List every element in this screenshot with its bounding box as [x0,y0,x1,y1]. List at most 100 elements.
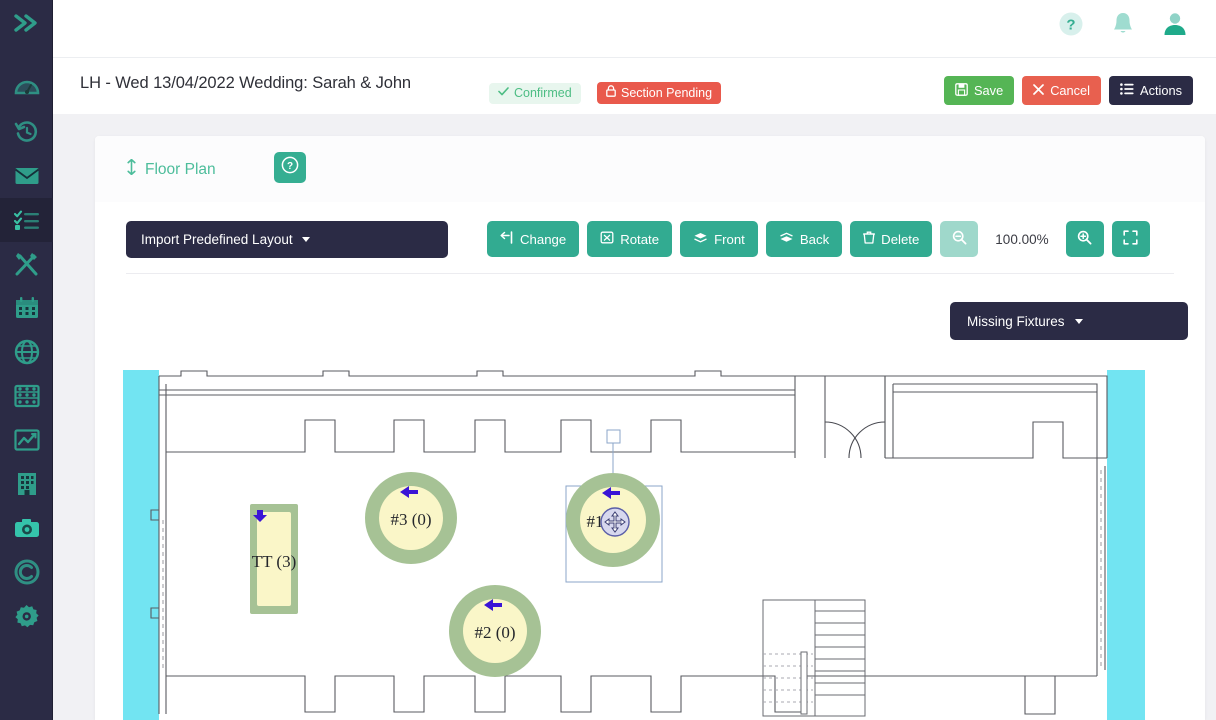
section-title: Floor Plan [126,158,216,180]
sidebar-item-dashboard[interactable] [0,66,53,110]
page-header: LH - Wed 13/04/2022 Wedding: Sarah & Joh… [53,58,1216,114]
svg-text:#2 (0): #2 (0) [474,623,515,642]
back-button-label: Back [799,231,830,247]
copyright-c-icon [14,559,40,585]
move-cursor-icon [600,507,630,537]
list-menu-icon [1120,83,1134,98]
cancel-button[interactable]: Cancel [1022,76,1102,105]
delete-button[interactable]: Delete [850,221,933,257]
section-title-label: Floor Plan [145,160,216,178]
sidebar-item-web[interactable] [0,330,53,374]
toolbar-divider [126,273,1174,274]
section-help-button[interactable]: ? [274,152,306,183]
import-predefined-layout-dropdown[interactable]: Import Predefined Layout [126,221,448,258]
status-badge-section-pending: Section Pending [597,82,722,104]
actions-button[interactable]: Actions [1109,76,1193,105]
fullscreen-icon [1123,230,1138,248]
zoom-in-button[interactable] [1065,221,1104,257]
top-navigation-bar: ? [53,0,1216,58]
sidebar-item-expand-sidebar[interactable] [0,0,53,46]
missing-fixtures-dropdown[interactable]: Missing Fixtures [950,302,1188,340]
sidebar-item-contacts[interactable] [0,550,53,594]
cancel-button-label: Cancel [1050,83,1091,98]
front-button[interactable]: Front [680,221,758,257]
floor-plan-card: Floor Plan ? Import Predefined Layout Ch… [95,136,1205,720]
sidebar-item-venues[interactable] [0,462,53,506]
svg-text:TT (3): TT (3) [252,552,297,571]
glass-wall-right [1107,370,1145,720]
section-header: Floor Plan ? [95,136,1205,202]
sidebar-item-history[interactable] [0,110,53,154]
tools-crossed-icon [14,251,40,277]
history-clock-icon [14,119,40,145]
zoom-out-icon [952,230,967,248]
zoom-in-icon [1077,230,1092,248]
staircase [762,599,866,717]
back-button[interactable]: Back [765,221,843,257]
fullscreen-button[interactable] [1111,221,1150,257]
camera-icon [14,518,40,539]
double-chevron-right-icon [13,13,41,33]
updown-arrows-icon[interactable] [126,158,137,180]
change-button[interactable]: Change [487,221,580,257]
sidebar-item-settings[interactable] [0,594,53,638]
rotate-button[interactable]: Rotate [587,221,673,257]
page-body: Floor Plan ? Import Predefined Layout Ch… [53,114,1216,720]
svg-text:?: ? [287,161,293,172]
send-back-icon [779,231,794,247]
import-dropdown-label: Import Predefined Layout [141,232,293,247]
zoom-out-button[interactable] [940,221,979,257]
tool-button-group: Change Rotate Front Back Delete 100.00% [487,221,1150,257]
sidebar-item-finance[interactable] [0,374,53,418]
sidebar [0,0,53,720]
sidebar-item-catering[interactable] [0,242,53,286]
check-icon [498,83,509,104]
change-button-label: Change [520,231,567,247]
save-button-label: Save [974,83,1004,98]
page-title: LH - Wed 13/04/2022 Wedding: Sarah & Joh… [80,74,412,92]
table-2: #2 (0) [449,585,541,677]
glass-wall-left [123,370,159,720]
sidebar-item-messages[interactable] [0,154,53,198]
notifications-bell-icon[interactable] [1108,9,1138,39]
bring-front-icon [693,231,708,247]
rotate-button-label: Rotate [620,231,660,247]
gear-icon [14,604,39,629]
actions-button-label: Actions [1140,83,1182,98]
header-action-buttons: Save Cancel Actions [944,76,1193,105]
help-icon[interactable]: ? [1056,9,1086,39]
abacus-icon [13,384,40,408]
status-badge-confirmed: Confirmed [489,83,581,104]
swap-icon [500,231,514,247]
status-badge-section-pending-label: Section Pending [621,85,713,100]
table-3: #3 (0) [365,472,457,564]
sidebar-item-gallery[interactable] [0,506,53,550]
svg-text:#3 (0): #3 (0) [390,510,431,529]
globe-icon [14,339,40,365]
close-x-icon [1033,83,1045,98]
calendar-icon [14,296,40,320]
chevron-down-icon [1074,318,1083,324]
floor-plan-toolbar: Import Predefined Layout Change Rotate F… [95,208,1205,272]
floor-plan-canvas[interactable]: TT (3) #3 (0) #2 (0) #1 [95,370,1205,720]
save-button[interactable]: Save [944,76,1015,105]
sidebar-item-reports[interactable] [0,418,53,462]
svg-text:?: ? [1066,17,1075,34]
checklist-icon [13,209,40,231]
table-1: #1 (2) [565,429,663,583]
trash-icon [862,231,876,247]
sidebar-item-tasks[interactable] [0,198,53,242]
chevron-down-icon [301,237,310,242]
sidebar-item-calendar[interactable] [0,286,53,330]
line-chart-icon [13,429,40,451]
status-badge-confirmed-label: Confirmed [514,86,572,100]
envelope-icon [14,166,40,186]
dashboard-gauge-icon [14,75,40,101]
save-disk-icon [955,82,968,99]
user-avatar-icon[interactable] [1160,9,1190,39]
lock-icon [606,83,616,104]
building-icon [16,471,38,497]
front-button-label: Front [714,231,745,247]
delete-button-label: Delete [881,231,920,247]
zoom-level-label: 100.00% [995,231,1049,247]
